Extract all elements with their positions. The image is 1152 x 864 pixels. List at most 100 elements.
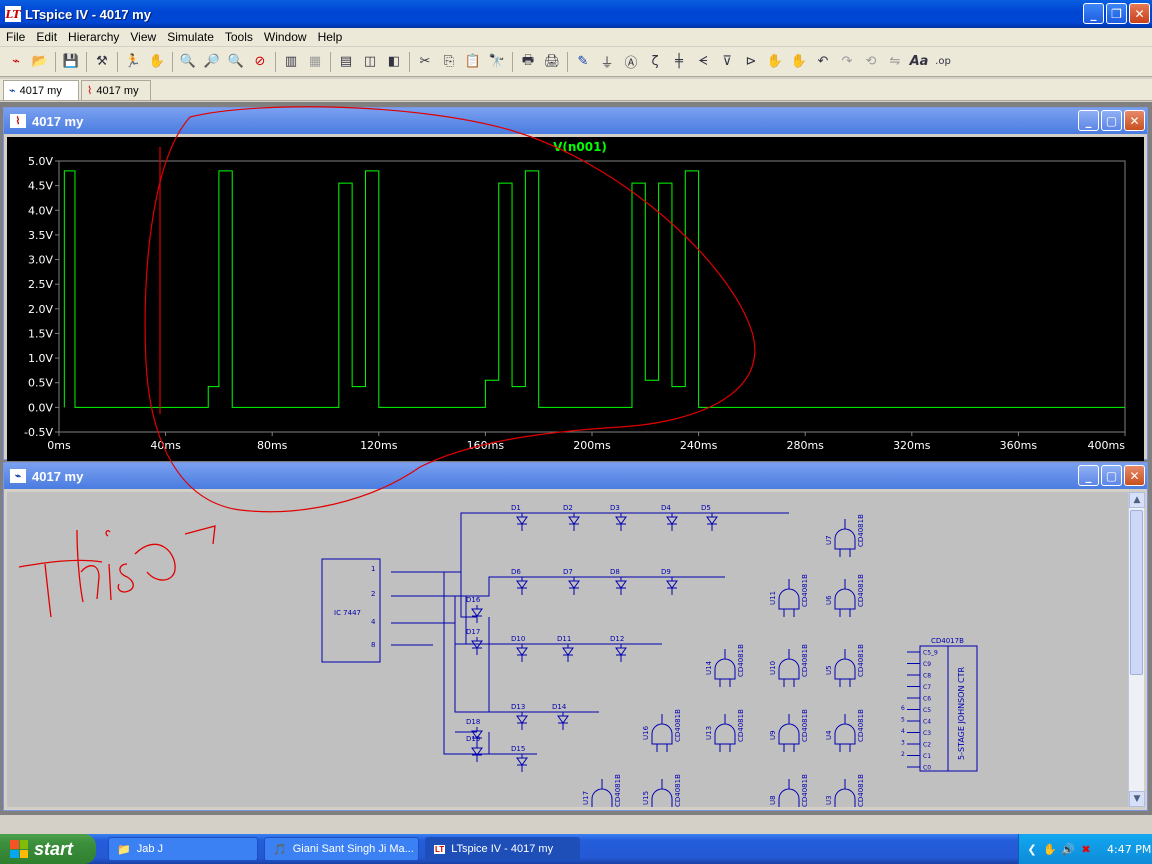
gate-u7[interactable]: U7 CD4081B [825, 514, 865, 557]
capacitor-icon[interactable]: ╪ [668, 51, 690, 73]
maximize-button[interactable]: ▢ [1101, 465, 1122, 486]
save-icon[interactable]: 💾 [60, 51, 82, 73]
close-button[interactable]: ✕ [1124, 110, 1145, 131]
diode-d5[interactable]: D5 [701, 504, 718, 531]
diode-d13[interactable]: D13 [511, 703, 528, 730]
taskbar-button-folder[interactable]: 📁 Jab J [108, 837, 258, 861]
schematic-drawing[interactable]: IC 7447 1 2 4 8 D1 D2 D3 D4 D5D6 D7 D8 D… [7, 492, 1131, 807]
gate-u3[interactable]: U3 CD4081B [825, 774, 865, 807]
ltspice-logo-icon[interactable]: LT [5, 6, 21, 22]
zoom-cancel-icon[interactable]: ⊘ [249, 51, 271, 73]
scroll-down-button[interactable]: ▼ [1129, 791, 1145, 807]
gate-u15[interactable]: U15 CD4081B [642, 774, 682, 807]
copy-icon[interactable]: ⎘ [438, 51, 460, 73]
wires[interactable] [391, 512, 789, 755]
schematic-canvas[interactable]: IC 7447 1 2 4 8 D1 D2 D3 D4 D5 D6 D7 D8 … [7, 492, 1131, 807]
tile-horizontal-icon[interactable]: ▤ [335, 51, 357, 73]
fft-icon[interactable]: ▦ [304, 51, 326, 73]
diode-d9[interactable]: D9 [661, 568, 678, 595]
tray-network-icon[interactable]: ✋ [1043, 842, 1057, 856]
menu-help[interactable]: Help [312, 30, 348, 44]
restore-button[interactable]: ❐ [1106, 3, 1127, 24]
maximize-button[interactable]: ▢ [1101, 110, 1122, 131]
tray-app-icon[interactable]: 🔊 [1061, 842, 1075, 856]
ic7447-component[interactable]: IC 7447 1 2 4 8 [321, 558, 381, 663]
move-icon[interactable]: ✋ [764, 51, 786, 73]
waveform-plot-area[interactable]: V(n001) 5.0V 4.5V 4.0V 3.5V 3.0V 2.5V 2.0V 1.5V… [7, 137, 1144, 461]
gate-u10[interactable]: U10 CD4081B [769, 644, 809, 687]
gate-u8[interactable]: U8 CD4081B [769, 774, 809, 807]
series-line[interactable] [63, 170, 1125, 408]
diode-d6[interactable]: D6 [511, 568, 528, 595]
diode-d11[interactable]: D11 [557, 635, 574, 662]
diode-d15[interactable]: D15 [511, 745, 528, 772]
find-icon[interactable]: 🔭 [486, 51, 508, 73]
schematic-vertical-scrollbar[interactable]: ▲ ▼ [1128, 492, 1145, 807]
menu-view[interactable]: View [124, 30, 161, 44]
resistor-icon[interactable]: ζ [644, 51, 666, 73]
taskbar-button-media[interactable]: 🎵 Giani Sant Singh Ji Ma... [264, 837, 419, 861]
cascade-icon[interactable]: ◫ [359, 51, 381, 73]
tray-security-icon[interactable]: ✖ [1079, 842, 1093, 856]
diode-d17[interactable]: D17 [466, 628, 483, 655]
scroll-up-button[interactable]: ▲ [1129, 492, 1145, 508]
menu-simulate[interactable]: Simulate [161, 30, 219, 44]
diode-d10[interactable]: D10 [511, 635, 528, 662]
gate-u13[interactable]: U13 CD4081B [705, 709, 745, 752]
diode-d16[interactable]: D16 [466, 596, 483, 623]
diode-d19[interactable]: D19 [466, 735, 483, 762]
gate-u6[interactable]: U6 CD4081B [825, 574, 865, 617]
spice-directive-icon[interactable]: .op [932, 51, 954, 73]
scroll-thumb[interactable] [1130, 510, 1143, 675]
cd4017b-component[interactable]: CD4017B 5-STAGE JOHNSON CTR C5_9 C9 C8 C7 C6… [901, 637, 978, 772]
menu-window[interactable]: Window [258, 30, 312, 44]
gate-u14[interactable]: U14 CD4081B [705, 644, 745, 687]
trace-label[interactable]: V(n001) [553, 140, 607, 154]
inductor-icon[interactable]: ᗕ [692, 51, 714, 73]
diode-d1[interactable]: D1 [511, 504, 528, 531]
paste-icon[interactable]: 📋 [462, 51, 484, 73]
zoom-out-icon[interactable]: 🔍 [225, 51, 247, 73]
schematic-icon[interactable]: ⌁ [5, 51, 27, 73]
label-icon[interactable]: Ⓐ [620, 51, 642, 73]
gate-u9[interactable]: U9 CD4081B [769, 709, 809, 752]
menu-file[interactable]: File [0, 30, 30, 44]
diode-d14[interactable]: D14 [552, 703, 569, 730]
tab-waveform[interactable]: ⌇ 4017 my [81, 80, 151, 100]
rotate-icon[interactable]: ⟲ [860, 51, 882, 73]
control-panel-icon[interactable]: ⚒ [91, 51, 113, 73]
close-button[interactable]: ✕ [1124, 465, 1145, 486]
diode-d4[interactable]: D4 [661, 504, 678, 531]
gate-u5[interactable]: U5 CD4081B [825, 644, 865, 687]
autorange-icon[interactable]: ▥ [280, 51, 302, 73]
minimize-button[interactable]: _ [1078, 110, 1099, 131]
halt-icon[interactable]: ✋ [146, 51, 168, 73]
gate-u17[interactable]: U17 CD4081B [582, 774, 622, 807]
gate-u16[interactable]: U16 CD4081B [642, 709, 682, 752]
diode-d12[interactable]: D12 [610, 635, 627, 662]
diode-d7[interactable]: D7 [563, 568, 580, 595]
minimize-button[interactable]: _ [1083, 3, 1104, 24]
diode-d3[interactable]: D3 [610, 504, 627, 531]
open-icon[interactable]: 📂 [29, 51, 51, 73]
cut-icon[interactable]: ✂ [414, 51, 436, 73]
menu-edit[interactable]: Edit [30, 30, 62, 44]
gate-u11[interactable]: U11 CD4081B [769, 574, 809, 617]
tile-vertical-icon[interactable]: ◧ [383, 51, 405, 73]
redo-icon[interactable]: ↷ [836, 51, 858, 73]
diode-d2[interactable]: D2 [563, 504, 580, 531]
zoom-pan-icon[interactable]: 🔎 [201, 51, 223, 73]
clock[interactable]: 4:47 PM [1107, 843, 1151, 856]
menu-hierarchy[interactable]: Hierarchy [62, 30, 124, 44]
tray-expand-icon[interactable]: ❮ [1025, 842, 1039, 856]
close-button[interactable]: ✕ [1129, 3, 1150, 24]
zoom-in-icon[interactable]: 🔍 [177, 51, 199, 73]
start-button[interactable]: start [0, 834, 96, 864]
taskbar-button-ltspice[interactable]: LT LTspice IV - 4017 my [425, 837, 580, 861]
ground-icon[interactable]: ⏚ [596, 51, 618, 73]
text-icon[interactable]: Aa [908, 51, 930, 73]
mirror-icon[interactable]: ⇋ [884, 51, 906, 73]
menu-tools[interactable]: Tools [219, 30, 258, 44]
minimize-button[interactable]: _ [1078, 465, 1099, 486]
diode-icon[interactable]: ⊽ [716, 51, 738, 73]
